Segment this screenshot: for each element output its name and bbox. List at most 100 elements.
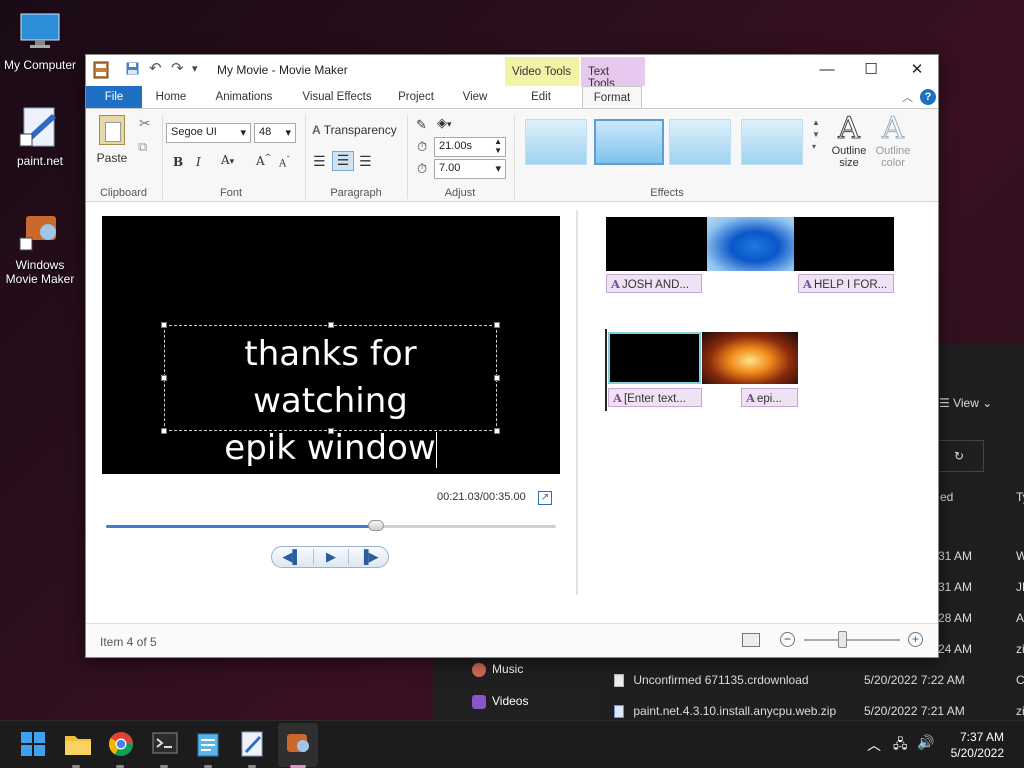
app-icon[interactable]: [93, 61, 109, 82]
cut-icon[interactable]: ✂: [139, 115, 151, 132]
file-row[interactable]: paint.net.4.3.10.install.anycpu.web.zip …: [614, 704, 1024, 719]
volume-icon[interactable]: 🔊: [917, 734, 934, 751]
caption-text-box[interactable]: thanks for watching epik window: [164, 325, 497, 468]
close-button[interactable]: ✕: [894, 55, 940, 85]
outline-color-button[interactable]: A Outline color: [870, 112, 916, 169]
resize-handle[interactable]: [494, 375, 500, 381]
chevron-up-icon[interactable]: ︿: [867, 735, 881, 755]
seek-thumb[interactable]: [368, 520, 384, 531]
tab-view[interactable]: View: [454, 86, 496, 108]
resize-handle[interactable]: [161, 428, 167, 434]
paste-button[interactable]: Paste: [96, 115, 128, 165]
file-explorer-taskbar-icon[interactable]: [64, 731, 92, 759]
resize-handle[interactable]: [328, 322, 334, 328]
tab-format[interactable]: Format: [582, 86, 642, 108]
sidebar-item-videos[interactable]: Videos: [472, 694, 528, 709]
help-icon[interactable]: ?: [920, 89, 936, 105]
font-size-select[interactable]: 48 ▾: [254, 123, 296, 143]
transparency-button[interactable]: A Transparency: [312, 123, 397, 137]
clip-thumbnail-selected[interactable]: [608, 332, 701, 384]
clip-thumbnail[interactable]: [794, 217, 894, 271]
outline-size-button[interactable]: A Outline size: [826, 112, 872, 169]
tab-project[interactable]: Project: [392, 86, 440, 108]
resize-handle[interactable]: [161, 375, 167, 381]
font-color-button[interactable]: A▾: [221, 153, 234, 167]
thumbnail-size-icon[interactable]: [742, 633, 760, 647]
caption-chip[interactable]: Aepi...: [741, 388, 798, 407]
tab-edit[interactable]: Edit: [511, 86, 571, 108]
refresh-button[interactable]: ⌄ ↻: [931, 440, 984, 472]
collapse-ribbon-icon[interactable]: ︿: [902, 89, 913, 105]
file-row[interactable]: Unconfirmed 671135.crdownload 5/20/2022 …: [614, 673, 1024, 688]
grow-font-button[interactable]: A^: [256, 153, 271, 168]
effects-scroll-icon[interactable]: ▲ ▼ ▾: [812, 117, 820, 153]
align-right-button[interactable]: ☰: [359, 153, 372, 170]
column-header-date[interactable]: ed: [940, 490, 953, 504]
effect-thumbnail[interactable]: [525, 119, 587, 165]
minimize-button[interactable]: —: [804, 55, 850, 85]
clip-thumbnail[interactable]: [702, 332, 798, 384]
shrink-font-button[interactable]: Aˇ: [279, 155, 290, 169]
chrome-taskbar-icon[interactable]: [108, 731, 136, 759]
redo-icon[interactable]: ↷: [171, 59, 184, 77]
previous-frame-button[interactable]: ◀▌: [274, 549, 310, 565]
movie-maker-taskbar-button[interactable]: [278, 723, 318, 767]
tab-animations[interactable]: Animations: [208, 86, 280, 108]
maximize-button[interactable]: ☐: [848, 55, 894, 85]
tab-visual-effects[interactable]: Visual Effects: [294, 86, 380, 108]
effect-thumbnail[interactable]: [669, 119, 731, 165]
fullscreen-icon[interactable]: ↗: [538, 491, 552, 505]
notepad-taskbar-icon[interactable]: [196, 731, 224, 759]
quick-access-dropdown-icon[interactable]: ▾: [192, 62, 198, 75]
align-left-button[interactable]: ☰: [313, 153, 326, 170]
desktop-icon-my-computer[interactable]: My Computer: [0, 10, 80, 72]
clip-thumbnail[interactable]: [606, 217, 707, 271]
bold-button[interactable]: B: [173, 155, 183, 169]
clip-thumbnail[interactable]: [707, 217, 794, 271]
start-button[interactable]: [20, 731, 48, 759]
desktop-icon-paint-net[interactable]: paint.net: [0, 106, 80, 168]
zoom-in-icon[interactable]: +: [908, 632, 923, 647]
font-name-select[interactable]: Segoe UI ▾: [166, 123, 251, 143]
caption-chip[interactable]: A [Enter text...: [608, 388, 702, 407]
zoom-slider-thumb[interactable]: [838, 631, 847, 648]
playhead[interactable]: [605, 329, 607, 411]
seek-bar[interactable]: [106, 520, 556, 531]
terminal-taskbar-icon[interactable]: [152, 731, 180, 759]
column-header-type[interactable]: Ty: [1016, 490, 1024, 504]
copy-icon[interactable]: ⧉: [138, 139, 147, 155]
undo-icon[interactable]: ↶: [149, 59, 162, 77]
video-preview[interactable]: thanks for watching epik window: [102, 216, 560, 474]
desktop-icon-movie-maker[interactable]: Windows Movie Maker: [0, 210, 80, 286]
spinner-icon[interactable]: ▲ ▼: [494, 137, 502, 155]
zoom-slider[interactable]: [804, 639, 900, 641]
title-bar[interactable]: ↶ ↷ ▾ My Movie - Movie Maker Video Tools…: [86, 55, 940, 90]
align-center-button[interactable]: ☰: [332, 151, 354, 171]
resize-handle[interactable]: [494, 428, 500, 434]
effect-thumbnail-selected[interactable]: [594, 119, 664, 165]
text-color-icon[interactable]: ✎: [416, 117, 427, 133]
background-color-button[interactable]: ◈▾: [437, 115, 452, 131]
view-menu[interactable]: ☰ View ⌄: [939, 396, 992, 410]
tab-home[interactable]: Home: [148, 86, 194, 108]
resize-handle[interactable]: [328, 428, 334, 434]
next-frame-button[interactable]: ▐▶: [351, 549, 387, 565]
file-icon: [614, 674, 624, 688]
effect-thumbnail[interactable]: [741, 119, 803, 165]
resize-handle[interactable]: [494, 322, 500, 328]
italic-button[interactable]: I: [196, 155, 201, 169]
save-icon[interactable]: [126, 62, 139, 78]
caption-chip[interactable]: A JOSH AND...: [606, 274, 702, 293]
tab-file[interactable]: File: [86, 86, 142, 108]
play-button[interactable]: ▶: [313, 549, 349, 565]
caption-chip[interactable]: A HELP I FOR...: [798, 274, 894, 293]
sidebar-item-music[interactable]: Music: [472, 662, 523, 677]
resize-handle[interactable]: [161, 322, 167, 328]
clock[interactable]: 7:37 AM 5/20/2022: [951, 729, 1004, 761]
network-icon[interactable]: 🖧: [893, 735, 908, 757]
panel-splitter[interactable]: [576, 210, 578, 595]
duration-input[interactable]: 7.00 ▾: [434, 159, 506, 179]
start-time-input[interactable]: 21.00s ▲ ▼: [434, 137, 506, 157]
zoom-out-icon[interactable]: −: [780, 632, 795, 647]
paint-net-taskbar-icon[interactable]: [240, 731, 268, 759]
